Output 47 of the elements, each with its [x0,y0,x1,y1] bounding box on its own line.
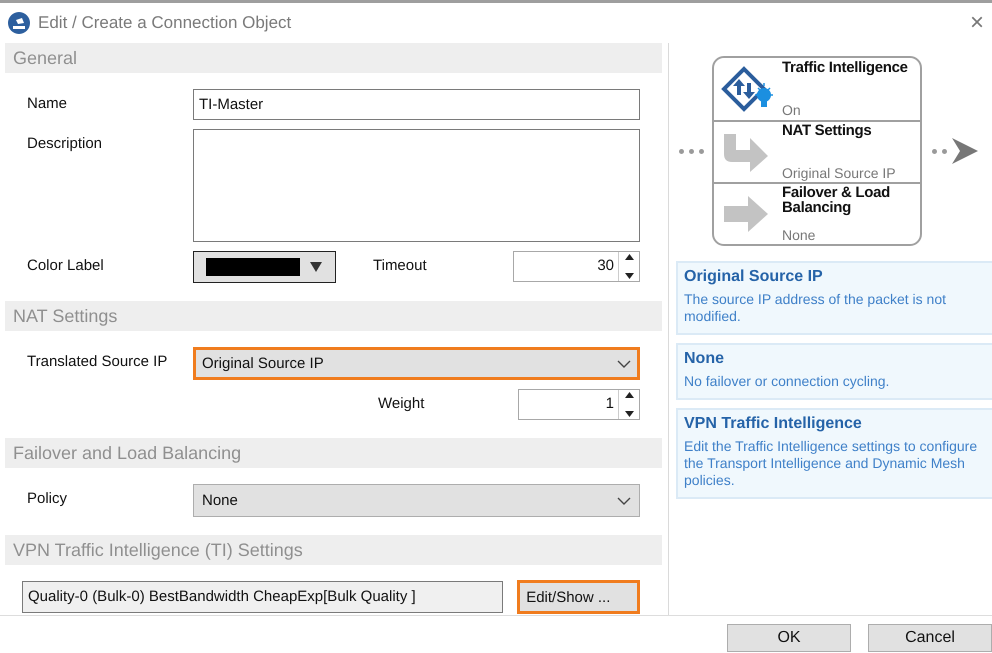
info-title: None [684,350,725,368]
spin-up-icon [624,254,634,260]
settings-summary-field: Quality-0 (Bulk-0) BestBandwidth CheapExp[Bulk Quality ] [22,581,504,613]
step-status: Original Source IP [782,165,897,181]
field-label: Translated Source IP [27,352,168,370]
field-label: Color Label [27,256,105,274]
field-label: Policy [27,489,68,507]
number-spinner[interactable]: 30 [513,251,640,282]
section-header: Failover and Load Balancing [5,438,662,468]
arrowhead-icon [952,138,978,164]
traffic-intelligence-icon [720,65,776,113]
info-text: The source IP address of the packet is not modified. [684,291,948,325]
field-label: Weight [378,394,426,412]
step-status: None [782,227,816,243]
info-title: VPN Traffic Intelligence [684,415,863,433]
step-title: Traffic Intelligence [782,60,909,75]
flow-dots [679,148,704,154]
chevron-down-icon [617,496,631,504]
close-button[interactable]: × [970,9,984,37]
field-label: Name [27,94,68,112]
section-header: VPN Traffic Intelligence (TI) Settings [5,535,662,565]
ok-button[interactable]: OK [727,624,851,652]
field-label: Description [27,134,104,152]
section-header: NAT Settings [5,301,662,331]
window-title: Edit / Create a Connection Object [38,13,292,33]
edit-show-button[interactable]: Edit/Show ... [517,580,640,614]
spin-up-icon [624,392,634,398]
step-title: NAT Settings [782,123,872,138]
info-title: Original Source IP [684,268,824,286]
app-icon [8,12,30,34]
cancel-button[interactable]: Cancel [868,624,992,652]
dropdown[interactable]: Original Source IP [193,347,640,380]
section-header: General [5,43,662,73]
chevron-down-icon [617,360,631,368]
name-field[interactable]: TI-Master [193,89,640,120]
number-spinner[interactable]: 1 [518,389,640,420]
spin-down-icon [624,411,634,417]
spin-down-icon [624,273,634,279]
info-text: No failover or connection cycling. [684,373,890,390]
color-dropdown[interactable] [193,251,336,283]
dropdown-caret-icon [310,262,322,272]
field-label: Timeout [373,256,428,274]
description-field[interactable] [193,129,640,242]
step-status: On [782,102,802,118]
dropdown[interactable]: None [193,484,640,517]
step-title: Failover & Load Balancing [782,185,892,215]
info-text: Edit the Traffic Intelligence settings to configure the Transport Intelligence and Dynamic Mesh policies. [684,438,978,489]
